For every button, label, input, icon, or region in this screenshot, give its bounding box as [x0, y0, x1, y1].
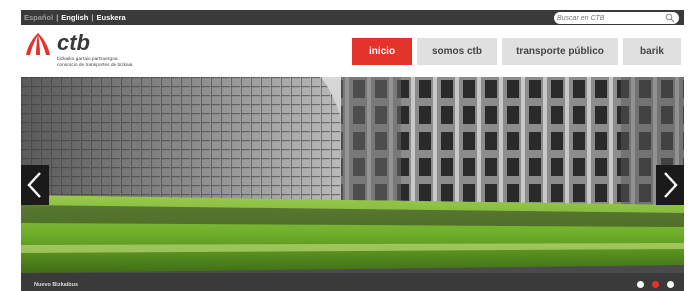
- hero-image: [21, 77, 684, 291]
- language-separator: |: [91, 13, 94, 22]
- language-selector: Español | English | Euskera: [24, 12, 126, 23]
- slider-dot-1[interactable]: [637, 281, 644, 288]
- main-nav: inicio somos ctb transporte público bari…: [0, 38, 693, 65]
- search-input[interactable]: [557, 13, 662, 23]
- language-separator: |: [56, 13, 59, 22]
- slide-caption: Nuevo Bizkaibus: [34, 282, 79, 288]
- top-bar: Español | English | Euskera: [21, 10, 684, 25]
- slider-next-button[interactable]: [656, 165, 684, 205]
- language-link-eu[interactable]: Euskera: [97, 12, 126, 23]
- nav-item-transporte-publico[interactable]: transporte público: [502, 38, 618, 65]
- hero-slider: Nuevo Bizkaibus: [21, 77, 684, 291]
- chevron-right-icon: [664, 172, 678, 198]
- slider-prev-button[interactable]: [21, 165, 49, 205]
- slider-dot-3[interactable]: [667, 281, 674, 288]
- language-link-en[interactable]: English: [61, 12, 88, 23]
- search-icon[interactable]: [665, 13, 675, 23]
- language-link-es[interactable]: Español: [24, 12, 53, 23]
- nav-item-barik[interactable]: barik: [623, 38, 681, 65]
- search-box: [554, 12, 679, 24]
- chevron-left-icon: [27, 172, 41, 198]
- slider-dot-2[interactable]: [652, 281, 659, 288]
- nav-item-inicio[interactable]: inicio: [352, 38, 412, 65]
- nav-item-somos-ctb[interactable]: somos ctb: [417, 38, 497, 65]
